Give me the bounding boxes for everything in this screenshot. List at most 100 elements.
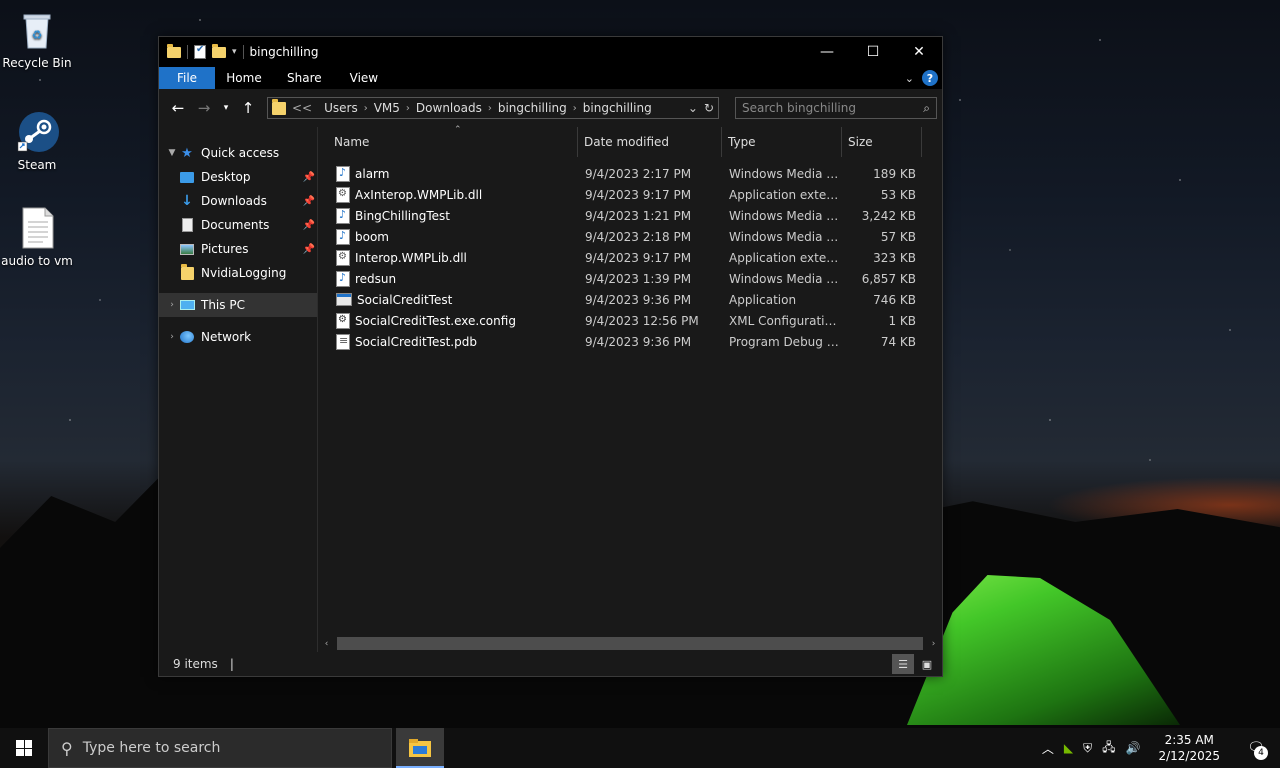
breadcrumb-bingchilling-current[interactable]: bingchilling bbox=[577, 101, 658, 115]
nav-item-desktop[interactable]: Desktop 📌 bbox=[159, 165, 317, 189]
file-row[interactable]: Interop.WMPLib.dll 9/4/2023 9:17 PM Applic… bbox=[318, 247, 942, 268]
nav-item-documents[interactable]: Documents 📌 bbox=[159, 213, 317, 237]
volume-icon[interactable]: 🔊 bbox=[1126, 741, 1141, 755]
recent-locations-chevron-icon[interactable]: ▾ bbox=[219, 97, 233, 119]
clock[interactable]: 2:35 AM 2/12/2025 bbox=[1150, 732, 1228, 764]
file-size: 74 KB bbox=[880, 334, 916, 349]
start-button[interactable] bbox=[0, 728, 48, 768]
breadcrumb-bingchilling[interactable]: bingchilling bbox=[492, 101, 573, 115]
nav-item-network[interactable]: › Network bbox=[159, 325, 317, 349]
file-row[interactable]: SocialCreditTest.pdb 9/4/2023 9:36 PM Prog… bbox=[318, 331, 942, 352]
file-row[interactable]: BingChillingTest 9/4/2023 1:21 PM Windows … bbox=[318, 205, 942, 226]
refresh-icon[interactable]: ↻ bbox=[704, 101, 714, 115]
minimize-button[interactable]: — bbox=[804, 37, 850, 67]
file-size: 189 KB bbox=[873, 166, 916, 181]
steam-icon bbox=[15, 110, 59, 154]
scroll-left-arrow-icon[interactable]: ‹ bbox=[318, 639, 335, 649]
breadcrumb-users[interactable]: Users bbox=[318, 101, 364, 115]
customize-toolbar-chevron-icon[interactable]: ▾ bbox=[232, 47, 237, 57]
file-row[interactable]: SocialCreditTest 9/4/2023 9:36 PM Applicat… bbox=[318, 289, 942, 310]
expand-chevron-icon[interactable]: › bbox=[165, 300, 179, 310]
taskbar-search-box[interactable]: ⚲ Type here to search bbox=[48, 728, 392, 768]
column-header-size[interactable]: Size bbox=[842, 127, 922, 157]
file-type: Application exten... bbox=[729, 250, 842, 265]
file-size: 53 KB bbox=[880, 187, 916, 202]
file-date: 9/4/2023 12:56 PM bbox=[585, 313, 699, 328]
search-input[interactable]: Search bingchilling bbox=[742, 101, 856, 115]
scroll-right-arrow-icon[interactable]: › bbox=[925, 639, 942, 649]
taskbar-file-explorer[interactable] bbox=[396, 728, 444, 768]
file-type: Application bbox=[729, 292, 797, 307]
large-icons-view-icon[interactable]: ▣ bbox=[916, 654, 938, 674]
title-bar[interactable]: ▾ bingchilling — ☐ ✕ bbox=[159, 37, 942, 67]
dll-file-icon bbox=[336, 249, 350, 266]
file-row[interactable]: SocialCreditTest.exe.config 9/4/2023 12:5… bbox=[318, 310, 942, 331]
nav-item-nvidialogging[interactable]: NvidiaLogging bbox=[159, 261, 317, 285]
file-size: 6,857 KB bbox=[861, 271, 916, 286]
help-icon[interactable]: ? bbox=[922, 70, 938, 86]
file-row[interactable]: AxInterop.WMPLib.dll 9/4/2023 9:17 PM Appl… bbox=[318, 184, 942, 205]
breadcrumb-overflow[interactable]: << bbox=[286, 101, 318, 115]
expand-chevron-icon[interactable]: › bbox=[165, 332, 179, 342]
address-bar[interactable]: << Users › VM5 › Downloads › bingchillin… bbox=[267, 97, 719, 119]
address-dropdown-chevron-icon[interactable]: ⌄ bbox=[688, 101, 698, 115]
column-header-row: ⌃ Name Date modified Type Size bbox=[318, 125, 942, 157]
file-type: Windows Media A... bbox=[729, 208, 842, 223]
desktop-icon-steam[interactable]: Steam bbox=[0, 110, 74, 172]
show-hidden-icons-chevron-icon[interactable]: ︿ bbox=[1042, 740, 1054, 757]
properties-icon[interactable] bbox=[194, 44, 206, 59]
file-explorer-window[interactable]: ▾ bingchilling — ☐ ✕ File Home Share Vie… bbox=[158, 36, 943, 677]
desktop-icon-recycle-bin[interactable]: ♻ Recycle Bin bbox=[0, 8, 74, 70]
item-count: 9 items bbox=[173, 657, 218, 671]
column-header-date-modified[interactable]: Date modified bbox=[578, 127, 722, 157]
pin-icon[interactable]: 📌 bbox=[303, 220, 315, 231]
forward-arrow-icon[interactable]: → bbox=[193, 97, 215, 119]
pin-icon[interactable]: 📌 bbox=[303, 196, 315, 207]
tab-view[interactable]: View bbox=[336, 67, 392, 89]
breadcrumb-downloads[interactable]: Downloads bbox=[410, 101, 488, 115]
column-header-name[interactable]: Name bbox=[318, 127, 578, 157]
search-box[interactable]: Search bingchilling ⌕ bbox=[735, 97, 937, 119]
breadcrumb-vm5[interactable]: VM5 bbox=[368, 101, 406, 115]
file-name-cell: BingChillingTest bbox=[318, 207, 578, 224]
pin-icon[interactable]: 📌 bbox=[303, 172, 315, 183]
network-icon[interactable]: 🖧 bbox=[1102, 738, 1115, 759]
app-file-icon bbox=[336, 293, 352, 306]
nvidia-icon[interactable]: ◣ bbox=[1064, 741, 1073, 755]
tab-home[interactable]: Home bbox=[215, 67, 273, 89]
file-type: Windows Media A... bbox=[729, 229, 842, 244]
close-button[interactable]: ✕ bbox=[896, 37, 942, 67]
expand-ribbon-chevron-icon[interactable]: ⌄ bbox=[905, 72, 914, 85]
file-row[interactable]: alarm 9/4/2023 2:17 PM Windows Media A... 1… bbox=[318, 163, 942, 184]
file-name: SocialCreditTest.exe.config bbox=[355, 313, 516, 328]
file-name: alarm bbox=[355, 166, 390, 181]
back-arrow-icon[interactable]: ← bbox=[167, 97, 189, 119]
media-file-icon bbox=[336, 270, 350, 287]
horizontal-scrollbar[interactable]: ‹ › bbox=[318, 635, 942, 652]
nav-item-quick-access[interactable]: ▼ ★ Quick access bbox=[159, 141, 317, 165]
taskbar-search-input[interactable]: Type here to search bbox=[83, 740, 221, 756]
file-row[interactable]: redsun 9/4/2023 1:39 PM Windows Media A...… bbox=[318, 268, 942, 289]
column-header-type[interactable]: Type bbox=[722, 127, 842, 157]
nav-item-downloads[interactable]: ↓ Downloads 📌 bbox=[159, 189, 317, 213]
notifications-button[interactable]: 🗨 4 bbox=[1238, 728, 1274, 768]
maximize-button[interactable]: ☐ bbox=[850, 37, 896, 67]
pin-icon[interactable]: 📌 bbox=[303, 244, 315, 255]
file-row[interactable]: boom 9/4/2023 2:18 PM Windows Media A... 57… bbox=[318, 226, 942, 247]
nav-item-label: Desktop bbox=[201, 170, 251, 184]
nav-item-this-pc[interactable]: › This PC bbox=[159, 293, 317, 317]
scrollbar-thumb[interactable] bbox=[337, 637, 923, 650]
desktop-icon-audio-to-vm[interactable]: audio to vm bbox=[0, 206, 74, 268]
download-arrow-icon: ↓ bbox=[181, 193, 193, 209]
up-arrow-icon[interactable]: ↑ bbox=[237, 97, 259, 119]
tab-share[interactable]: Share bbox=[273, 67, 336, 89]
nav-item-pictures[interactable]: Pictures 📌 bbox=[159, 237, 317, 261]
dll-file-icon bbox=[336, 186, 350, 203]
new-folder-icon[interactable] bbox=[212, 43, 226, 58]
tab-file[interactable]: File bbox=[159, 67, 215, 89]
file-type: Application exten... bbox=[729, 187, 842, 202]
quick-access-toolbar: ▾ bbox=[167, 43, 244, 59]
security-icon[interactable]: ⛨ bbox=[1083, 741, 1092, 756]
collapse-chevron-icon[interactable]: ▼ bbox=[165, 148, 179, 158]
details-view-icon[interactable]: ☰ bbox=[892, 654, 914, 674]
